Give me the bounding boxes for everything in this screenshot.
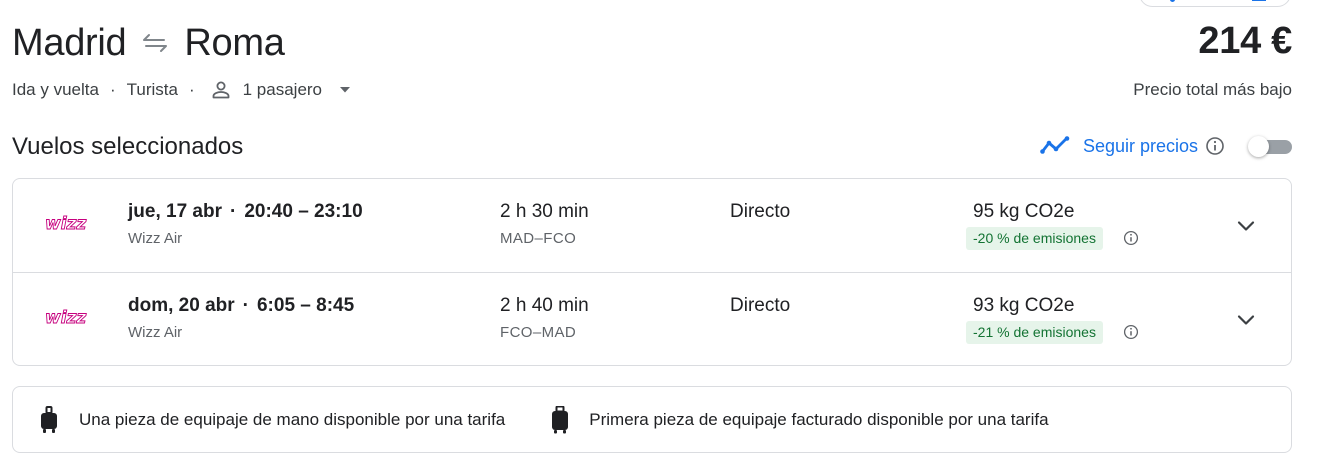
cabin-class: Turista xyxy=(126,80,178,99)
flight-times: 6:05 – 8:45 xyxy=(256,295,355,316)
total-price: 214 € xyxy=(1198,20,1292,62)
airline-name: Wizz Air xyxy=(128,230,183,247)
flight-date: dom, 20 abr xyxy=(128,295,235,316)
airport-codes: MAD–FCO xyxy=(500,230,577,247)
baggage-info: Una pieza de equipaje de mano disponible… xyxy=(12,386,1292,453)
flight-stops: Directo xyxy=(730,295,791,316)
checked-bag-info: Primera pieza de equipaje facturado disp… xyxy=(549,405,1049,434)
separator-dot: · xyxy=(230,201,237,222)
trip-type: Ida y vuelta xyxy=(12,80,99,99)
origin-city: Madrid xyxy=(12,21,127,64)
person-icon xyxy=(212,81,230,99)
toggle-knob[interactable] xyxy=(1248,136,1269,157)
flight-row[interactable]: wizz dom, 20 abr · 6:05 – 8:45 Wizz Air 2 … xyxy=(13,273,1291,366)
route-heading: Madrid Roma xyxy=(12,20,285,66)
emissions-badge: -20 % de emisiones xyxy=(966,227,1103,250)
wizz-air-logo: wizz xyxy=(45,308,87,329)
trip-summary: Ida y vuelta · Turista · 1 pasajero xyxy=(12,80,351,100)
separator-dot: · xyxy=(242,295,249,316)
separator-dot: · xyxy=(188,80,195,99)
top-button-partial[interactable] xyxy=(1139,0,1291,7)
top-button-label-fragment xyxy=(1252,0,1266,1)
trend-line-icon xyxy=(1040,136,1070,154)
passengers-selector[interactable]: 1 pasajero xyxy=(243,80,322,100)
co2-emissions: 95 kg CO2e xyxy=(973,201,1075,222)
checked-bag-text: Primera pieza de equipaje facturado disp… xyxy=(589,409,1049,429)
info-icon[interactable] xyxy=(1205,136,1225,156)
destination-city: Roma xyxy=(184,21,285,64)
flight-date: jue, 17 abr xyxy=(128,201,222,222)
section-title: Vuelos seleccionados xyxy=(12,133,244,160)
track-prices-label[interactable]: Seguir precios xyxy=(1083,136,1198,157)
track-prices-toggle[interactable] xyxy=(1248,136,1292,157)
flight-row[interactable]: wizz jue, 17 abr · 20:40 – 23:10 Wizz Air … xyxy=(13,179,1291,273)
info-icon[interactable] xyxy=(1123,230,1139,246)
wizz-air-logo: wizz xyxy=(45,214,87,235)
price-label: Precio total más bajo xyxy=(1133,80,1292,99)
info-icon[interactable] xyxy=(1123,324,1139,340)
track-prices[interactable]: Seguir precios xyxy=(1040,135,1225,157)
flight-datetime: dom, 20 abr · 6:05 – 8:45 xyxy=(128,295,354,317)
flight-duration: 2 h 30 min xyxy=(500,201,589,222)
flight-duration: 2 h 40 min xyxy=(500,295,589,316)
separator-dot: · xyxy=(109,80,116,99)
swap-arrows-icon xyxy=(143,34,168,52)
selected-flights-card: wizz jue, 17 abr · 20:40 – 23:10 Wizz Air … xyxy=(12,178,1292,366)
airline-name: Wizz Air xyxy=(128,324,183,341)
carry-on-bag-info: Una pieza de equipaje de mano disponible… xyxy=(38,405,506,434)
caret-down-icon[interactable] xyxy=(339,86,351,94)
airport-codes: FCO–MAD xyxy=(500,324,577,341)
logo-text: wizz xyxy=(45,308,86,328)
flight-stops: Directo xyxy=(730,201,791,222)
chevron-down-icon[interactable] xyxy=(1235,309,1257,331)
carry-on-bag-icon xyxy=(41,405,57,433)
flight-datetime: jue, 17 abr · 20:40 – 23:10 xyxy=(128,201,363,223)
carry-on-text: Una pieza de equipaje de mano disponible… xyxy=(79,409,506,429)
checked-bag-icon xyxy=(552,405,569,433)
chevron-down-icon[interactable] xyxy=(1235,215,1257,237)
emissions-badge: -21 % de emisiones xyxy=(966,321,1103,344)
top-button-icon xyxy=(1170,0,1175,2)
logo-text: wizz xyxy=(45,214,86,234)
flight-times: 20:40 – 23:10 xyxy=(244,201,363,222)
co2-emissions: 93 kg CO2e xyxy=(973,295,1075,316)
